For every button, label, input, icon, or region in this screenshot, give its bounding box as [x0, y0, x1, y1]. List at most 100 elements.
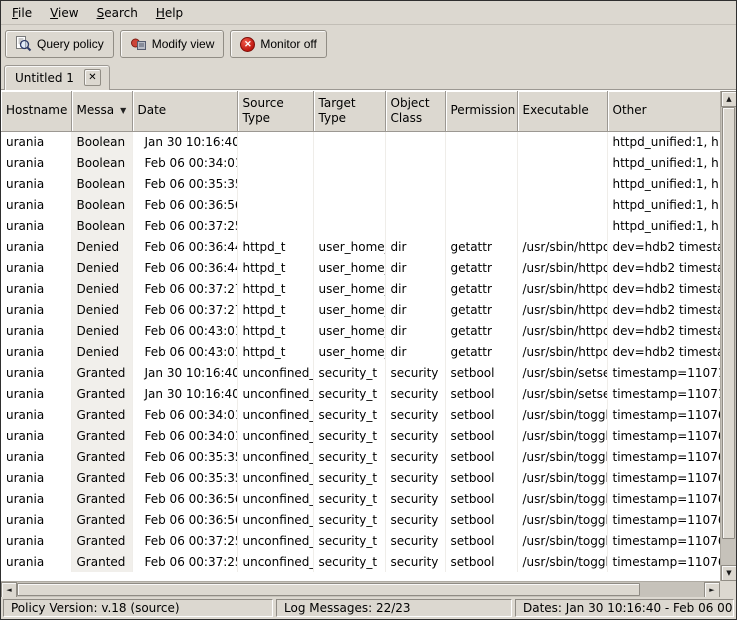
- col-header-object-class[interactable]: Object Class: [385, 91, 445, 131]
- table-cell[interactable]: Feb 06 00:37:25: [132, 530, 237, 551]
- table-cell[interactable]: timestamp=11076: [607, 551, 720, 572]
- table-cell[interactable]: Feb 06 00:37:27: [132, 299, 237, 320]
- vertical-scroll-thumb[interactable]: [722, 107, 735, 539]
- table-cell[interactable]: security: [385, 509, 445, 530]
- table-cell[interactable]: timestamp=11071: [607, 362, 720, 383]
- table-cell[interactable]: setbool: [445, 551, 517, 572]
- table-cell[interactable]: timestamp=11076: [607, 509, 720, 530]
- table-cell[interactable]: httpd_t: [237, 341, 313, 362]
- table-cell[interactable]: [313, 215, 385, 236]
- table-cell[interactable]: dir: [385, 320, 445, 341]
- table-cell[interactable]: [445, 131, 517, 152]
- table-cell[interactable]: setbool: [445, 530, 517, 551]
- horizontal-scrollbar[interactable]: ◄ ►: [1, 581, 720, 597]
- table-cell[interactable]: Denied: [71, 257, 132, 278]
- table-cell[interactable]: unconfined_: [237, 488, 313, 509]
- table-cell[interactable]: /usr/sbin/toggle: [517, 551, 607, 572]
- table-cell[interactable]: Feb 06 00:35:35: [132, 446, 237, 467]
- table-cell[interactable]: /usr/sbin/toggle: [517, 425, 607, 446]
- table-row[interactable]: uraniaDeniedFeb 06 00:43:01httpd_tuser_h…: [1, 320, 720, 341]
- scroll-left-button[interactable]: ◄: [1, 582, 17, 597]
- col-header-permission[interactable]: Permission: [445, 91, 517, 131]
- table-cell[interactable]: [445, 194, 517, 215]
- tab-untitled-1[interactable]: Untitled 1 ✕: [4, 65, 110, 90]
- table-cell[interactable]: Granted: [71, 488, 132, 509]
- table-cell[interactable]: getattr: [445, 299, 517, 320]
- table-cell[interactable]: [445, 152, 517, 173]
- table-cell[interactable]: Feb 06 00:36:44: [132, 257, 237, 278]
- table-cell[interactable]: Jan 30 10:16:40: [132, 362, 237, 383]
- table-cell[interactable]: Denied: [71, 299, 132, 320]
- modify-view-button[interactable]: Modify view: [120, 30, 225, 58]
- table-cell[interactable]: Denied: [71, 236, 132, 257]
- table-cell[interactable]: urania: [1, 446, 71, 467]
- table-cell[interactable]: urania: [1, 551, 71, 572]
- table-cell[interactable]: Boolean: [71, 131, 132, 152]
- table-cell[interactable]: timestamp=11076: [607, 488, 720, 509]
- table-cell[interactable]: setbool: [445, 488, 517, 509]
- table-cell[interactable]: urania: [1, 257, 71, 278]
- table-cell[interactable]: setbool: [445, 404, 517, 425]
- table-cell[interactable]: urania: [1, 362, 71, 383]
- table-cell[interactable]: unconfined_: [237, 383, 313, 404]
- table-cell[interactable]: timestamp=11076: [607, 446, 720, 467]
- table-cell[interactable]: Boolean: [71, 152, 132, 173]
- table-cell[interactable]: Feb 06 00:36:44: [132, 236, 237, 257]
- table-row[interactable]: uraniaDeniedFeb 06 00:37:27httpd_tuser_h…: [1, 278, 720, 299]
- table-cell[interactable]: httpd_unified:1, h: [607, 194, 720, 215]
- table-cell[interactable]: [385, 152, 445, 173]
- table-cell[interactable]: /usr/sbin/toggle: [517, 467, 607, 488]
- monitor-off-button[interactable]: ✕ Monitor off: [230, 30, 326, 58]
- table-cell[interactable]: security_t: [313, 530, 385, 551]
- col-header-target-type[interactable]: Target Type: [313, 91, 385, 131]
- table-cell[interactable]: Granted: [71, 425, 132, 446]
- col-header-source-type[interactable]: Source Type: [237, 91, 313, 131]
- table-cell[interactable]: [517, 215, 607, 236]
- table-cell[interactable]: Boolean: [71, 194, 132, 215]
- table-cell[interactable]: /usr/sbin/httpd: [517, 278, 607, 299]
- table-cell[interactable]: /usr/sbin/httpd: [517, 341, 607, 362]
- table-cell[interactable]: dev=hdb2 timesta: [607, 278, 720, 299]
- table-cell[interactable]: urania: [1, 152, 71, 173]
- table-cell[interactable]: getattr: [445, 320, 517, 341]
- table-cell[interactable]: Feb 06 00:35:35: [132, 467, 237, 488]
- table-row[interactable]: uraniaGrantedFeb 06 00:36:56unconfined_s…: [1, 488, 720, 509]
- table-row[interactable]: uraniaGrantedFeb 06 00:35:35unconfined_s…: [1, 446, 720, 467]
- table-cell[interactable]: [313, 194, 385, 215]
- scroll-up-button[interactable]: ▲: [721, 91, 736, 107]
- table-cell[interactable]: urania: [1, 341, 71, 362]
- table-cell[interactable]: urania: [1, 320, 71, 341]
- table-cell[interactable]: [517, 131, 607, 152]
- table-cell[interactable]: Jan 30 10:16:40: [132, 383, 237, 404]
- table-cell[interactable]: timestamp=11076: [607, 404, 720, 425]
- table-cell[interactable]: /usr/sbin/httpd: [517, 299, 607, 320]
- table-cell[interactable]: urania: [1, 299, 71, 320]
- table-cell[interactable]: Feb 06 00:37:25: [132, 215, 237, 236]
- table-cell[interactable]: httpd_unified:1, h: [607, 131, 720, 152]
- table-cell[interactable]: unconfined_: [237, 551, 313, 572]
- table-cell[interactable]: /usr/sbin/httpd: [517, 320, 607, 341]
- table-cell[interactable]: Feb 06 00:37:25: [132, 551, 237, 572]
- table-cell[interactable]: dir: [385, 299, 445, 320]
- table-cell[interactable]: [313, 131, 385, 152]
- table-cell[interactable]: [517, 173, 607, 194]
- table-cell[interactable]: Feb 06 00:34:01: [132, 152, 237, 173]
- table-cell[interactable]: /usr/sbin/toggle: [517, 446, 607, 467]
- table-cell[interactable]: /usr/sbin/toggle: [517, 530, 607, 551]
- table-cell[interactable]: security: [385, 551, 445, 572]
- table-cell[interactable]: security_t: [313, 488, 385, 509]
- table-cell[interactable]: Granted: [71, 362, 132, 383]
- table-cell[interactable]: user_home_: [313, 299, 385, 320]
- table-cell[interactable]: timestamp=11076: [607, 425, 720, 446]
- table-cell[interactable]: Granted: [71, 530, 132, 551]
- table-cell[interactable]: urania: [1, 173, 71, 194]
- table-cell[interactable]: security: [385, 530, 445, 551]
- menu-file[interactable]: File: [3, 3, 41, 23]
- table-row[interactable]: uraniaGrantedFeb 06 00:37:25unconfined_s…: [1, 551, 720, 572]
- table-cell[interactable]: httpd_t: [237, 320, 313, 341]
- table-cell[interactable]: urania: [1, 404, 71, 425]
- table-row[interactable]: uraniaGrantedFeb 06 00:34:01unconfined_s…: [1, 425, 720, 446]
- table-cell[interactable]: Boolean: [71, 215, 132, 236]
- query-policy-button[interactable]: Query policy: [5, 30, 114, 58]
- table-cell[interactable]: /usr/sbin/toggle: [517, 509, 607, 530]
